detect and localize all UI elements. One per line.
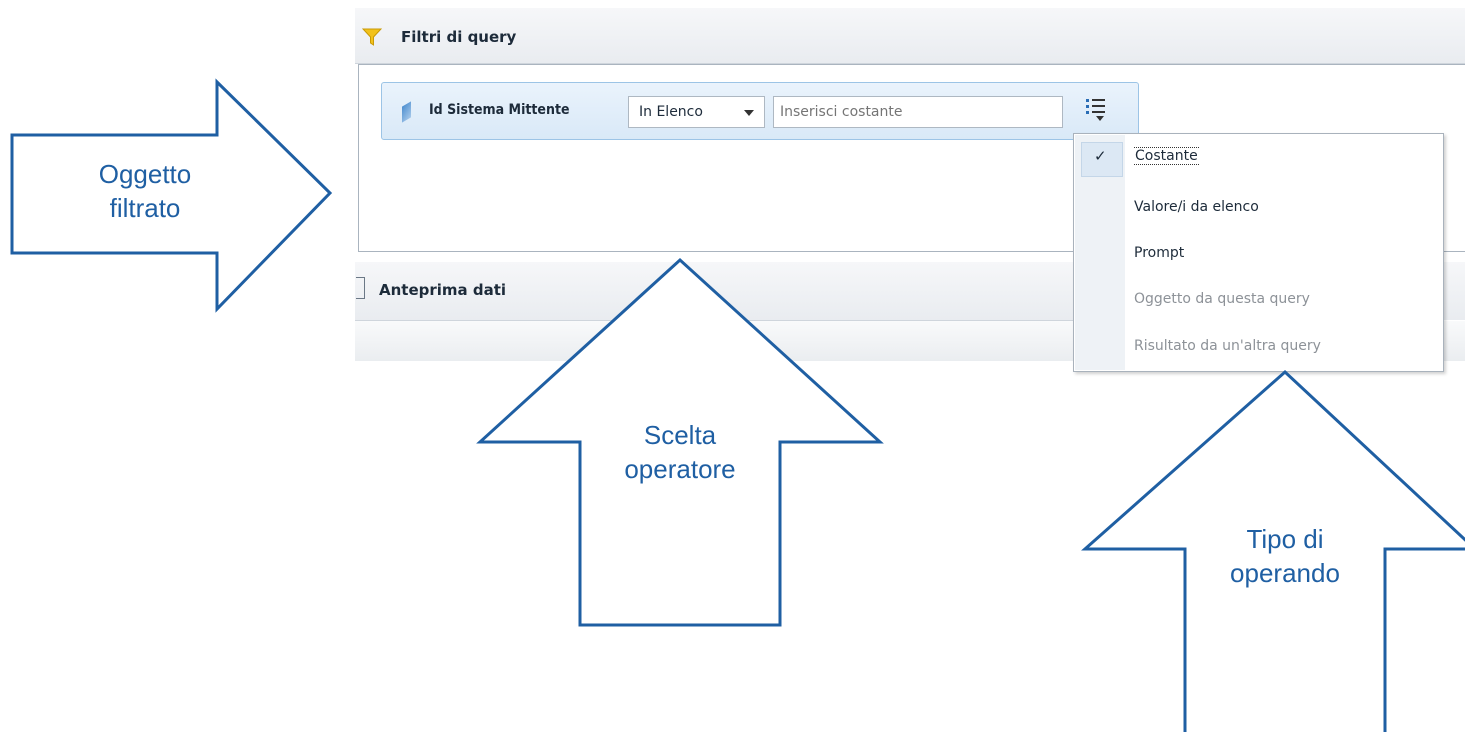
menu-item-label: Risultato da un'altra query (1134, 338, 1321, 354)
filters-panel-title: Filtri di query (401, 28, 517, 46)
operator-value: In Elenco (639, 104, 703, 120)
menu-item-label: Prompt (1134, 245, 1185, 261)
callout-operand-type: Tipo di operando (1200, 522, 1370, 590)
callout-text: Oggetto (98, 159, 192, 189)
callout-text: operatore (624, 454, 736, 484)
callout-filtered-object: Oggetto filtrato (75, 157, 215, 225)
callout-text: operando (1230, 558, 1340, 588)
filtered-object-name: Id Sistema Mittente (429, 102, 570, 118)
menu-item-prompt[interactable]: Prompt (1074, 231, 1443, 277)
dimension-object-icon (402, 101, 411, 123)
preview-toolbar-edge (1442, 321, 1465, 361)
menu-item-label: Valore/i da elenco (1134, 199, 1259, 215)
preview-toolbar (355, 321, 1073, 361)
menu-item-valore-da-elenco[interactable]: Valore/i da elenco (1074, 185, 1443, 231)
filters-panel-header: Filtri di query (355, 8, 1465, 64)
operand-type-menu: ✓ Costante Valore/i da elenco Prompt Ogg… (1073, 133, 1444, 372)
callout-text: filtrato (109, 193, 181, 223)
funnel-icon (362, 28, 382, 46)
preview-panel-header: Anteprima dati (355, 262, 1073, 321)
operand-constant-input[interactable] (773, 96, 1063, 128)
chevron-down-icon[interactable] (744, 110, 754, 116)
callout-text: Scelta (643, 420, 717, 450)
filter-row[interactable]: Id Sistema Mittente In Elenco (381, 82, 1139, 140)
checkmark-icon: ✓ (1094, 147, 1107, 165)
menu-item-label: Oggetto da questa query (1134, 291, 1310, 307)
menu-item-costante[interactable]: ✓ Costante (1074, 136, 1443, 182)
preview-header-edge (1442, 262, 1465, 320)
operand-type-menu-icon[interactable] (1085, 96, 1109, 122)
operator-select[interactable]: In Elenco (628, 96, 765, 128)
preview-panel-title: Anteprima dati (379, 281, 507, 299)
table-icon (356, 277, 365, 299)
callout-operator-choice: Scelta operatore (600, 418, 760, 486)
callout-text: Tipo di (1246, 524, 1324, 554)
menu-item-oggetto-da-questa-query: Oggetto da questa query (1074, 277, 1443, 323)
menu-item-label: Costante (1134, 147, 1199, 165)
menu-item-risultato-da-altra-query: Risultato da un'altra query (1074, 324, 1443, 370)
